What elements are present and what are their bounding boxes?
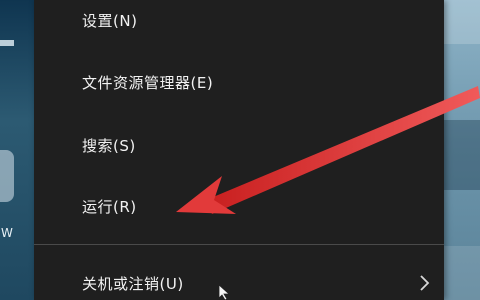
- desktop-icon-label-fragment: W: [1, 226, 13, 240]
- menu-separator: [34, 244, 444, 245]
- window-fragment: [444, 120, 480, 190]
- menu-item-label: 搜索(S): [82, 136, 136, 155]
- desktop-icon-fragment: [0, 40, 14, 46]
- start-context-menu: 设置(N) 文件资源管理器(E) 搜索(S) 运行(R) 关机或注销(U): [34, 0, 444, 300]
- menu-item-label: 运行(R): [82, 197, 137, 216]
- mouse-cursor-icon: [218, 284, 231, 300]
- menu-item-shutdown-or-sign-out[interactable]: 关机或注销(U): [34, 263, 444, 300]
- window-fragment: [444, 246, 480, 300]
- chevron-right-icon: [420, 275, 430, 291]
- menu-item-file-explorer[interactable]: 文件资源管理器(E): [34, 62, 444, 102]
- window-fragment: [444, 0, 480, 44]
- menu-item-search[interactable]: 搜索(S): [34, 125, 444, 165]
- desktop-icon-fragment: [0, 150, 14, 202]
- menu-item-settings[interactable]: 设置(N): [34, 0, 444, 40]
- desktop-background: W 设置(N) 文件资源管理器(E) 搜索(S) 运行(R) 关机或注销(U): [0, 0, 480, 300]
- menu-item-label: 关机或注销(U): [82, 274, 184, 293]
- menu-item-label: 设置(N): [82, 11, 138, 30]
- menu-item-label: 文件资源管理器(E): [82, 73, 214, 92]
- menu-item-run[interactable]: 运行(R): [34, 186, 444, 226]
- desktop-right-strip: [444, 0, 480, 300]
